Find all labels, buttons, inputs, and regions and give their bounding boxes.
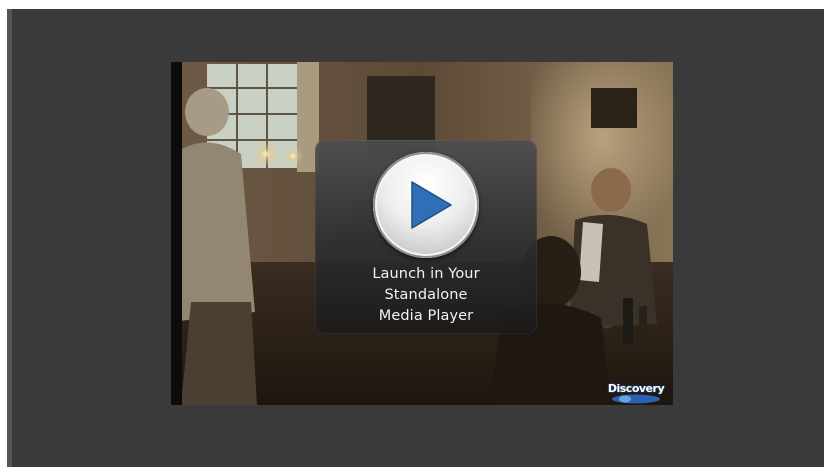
launch-label-line-1: Launch in Your [372, 266, 480, 282]
launch-label-line-2: Standalone [384, 287, 468, 303]
play-triangle-icon [411, 181, 452, 229]
play-button[interactable] [373, 152, 479, 258]
frame-left-edge [7, 9, 12, 467]
discovery-logo: Discovery [607, 382, 665, 405]
page: Launch in Your Standalone Media Player D… [0, 0, 824, 467]
launch-standalone-player-button[interactable]: Launch in Your Standalone Media Player [315, 140, 537, 334]
video-letterbox-edge [171, 62, 182, 405]
globe-icon [612, 394, 660, 404]
media-player-frame: Launch in Your Standalone Media Player D… [7, 9, 824, 467]
launch-label-line-3: Media Player [378, 308, 474, 324]
launch-label: Launch in Your Standalone Media Player [315, 264, 537, 327]
video-preview[interactable]: Launch in Your Standalone Media Player D… [171, 62, 673, 405]
